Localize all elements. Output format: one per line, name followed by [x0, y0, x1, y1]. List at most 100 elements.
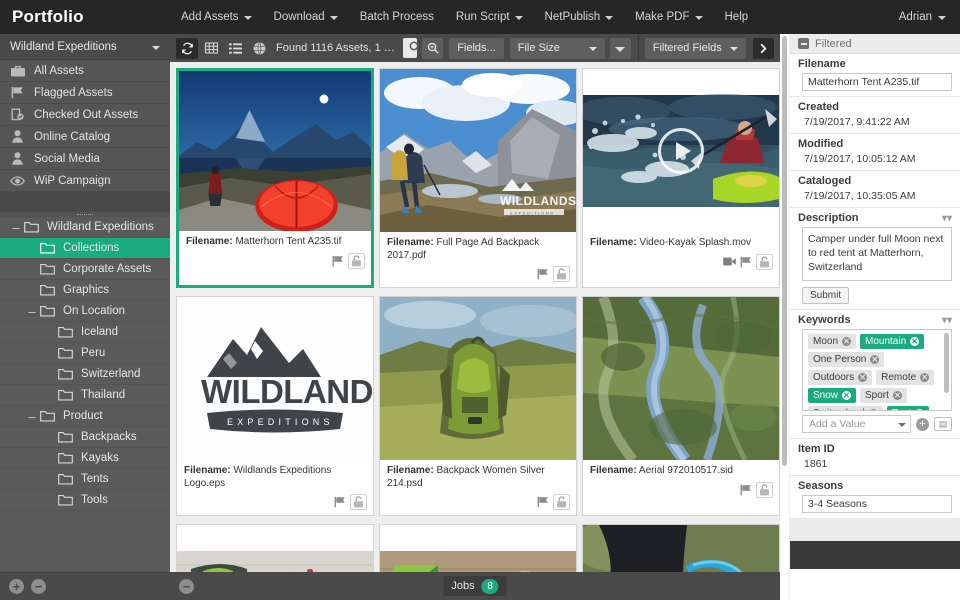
lock-icon[interactable]: [756, 254, 773, 270]
menu-item-run-script[interactable]: Run Script: [445, 5, 534, 29]
tree-item-switzerland[interactable]: Switzerland: [0, 364, 170, 385]
flag-icon[interactable]: [740, 256, 752, 268]
keyword-chip[interactable]: Sport✕: [860, 388, 907, 403]
tree-item-tents[interactable]: Tents: [0, 469, 170, 490]
filtered-fields-button[interactable]: Filtered Fields: [645, 38, 746, 59]
sort-direction-button[interactable]: [610, 38, 631, 59]
menu-item-batch-process[interactable]: Batch Process: [349, 5, 445, 29]
tree-item-kayaks[interactable]: Kayaks: [0, 448, 170, 469]
remove-keyword-icon[interactable]: ✕: [910, 337, 919, 346]
asset-card[interactable]: Filename: Video-Kayak Splash.mov: [582, 68, 780, 288]
tree-item-iceland[interactable]: Iceland: [0, 322, 170, 343]
remove-keyword-icon[interactable]: ✕: [869, 409, 878, 411]
field-input[interactable]: Matterhorn Tent A235.tif: [802, 73, 952, 91]
asset-card[interactable]: Filename: Aerial 972010517.sid: [582, 296, 780, 516]
description-textarea[interactable]: Camper under full Moon next to red tent …: [802, 227, 952, 281]
asset-thumbnail[interactable]: [583, 297, 779, 460]
menu-item-help[interactable]: Help: [714, 5, 760, 29]
keyword-chip[interactable]: Switzerland✕: [808, 406, 883, 411]
inspector-scrollbar[interactable]: [780, 34, 790, 600]
seasons-input[interactable]: 3-4 Seasons: [802, 495, 952, 513]
asset-thumbnail[interactable]: [583, 525, 779, 572]
tree-item-backpacks[interactable]: Backpacks: [0, 427, 170, 448]
lock-icon[interactable]: [553, 494, 570, 510]
keyword-chip[interactable]: Snow✕: [808, 388, 856, 403]
lock-icon[interactable]: [350, 494, 367, 510]
lock-icon[interactable]: [553, 266, 570, 282]
refresh-icon[interactable]: [176, 38, 198, 59]
keyword-chip[interactable]: One Person✕: [808, 352, 884, 367]
chevron-double-down-icon[interactable]: ▾▾: [942, 213, 952, 224]
add-folder-button[interactable]: +: [9, 579, 24, 594]
asset-thumbnail[interactable]: [583, 69, 779, 232]
catalog-selector[interactable]: Wildland Expeditions: [0, 34, 170, 60]
submit-button[interactable]: Submit: [802, 287, 849, 304]
tree-item-tools[interactable]: Tools: [0, 490, 170, 511]
remove-keyword-icon[interactable]: ✕: [915, 409, 924, 411]
keyword-chip[interactable]: Mountain✕: [860, 334, 924, 349]
remove-keyword-icon[interactable]: ✕: [920, 373, 929, 382]
jobs-indicator[interactable]: Jobs 8: [443, 576, 506, 596]
flag-icon[interactable]: [334, 496, 346, 508]
asset-card[interactable]: Filename:: [176, 524, 374, 572]
keyword-chip[interactable]: Outdoors✕: [808, 370, 872, 385]
asset-thumbnail[interactable]: [380, 525, 576, 572]
collapse-icon[interactable]: [798, 38, 809, 49]
flag-icon[interactable]: [537, 268, 549, 280]
sort-field-selector[interactable]: File Size: [510, 38, 605, 59]
keywords-list[interactable]: Moon✕ Mountain✕ One Person✕ Outdoors✕ Remote…: [802, 329, 952, 411]
tree-item-product[interactable]: –Product: [0, 406, 170, 427]
inspector-header[interactable]: Filtered: [790, 34, 960, 54]
lock-icon[interactable]: [756, 482, 773, 498]
keyword-picker-icon[interactable]: ▤: [934, 417, 952, 431]
globe-icon[interactable]: [248, 38, 270, 59]
collapse-expander-icon[interactable]: –: [8, 220, 24, 235]
keyword-chip[interactable]: Tent✕: [887, 406, 929, 411]
collapse-panel-button[interactable]: [753, 38, 774, 59]
remove-keyword-icon[interactable]: ✕: [858, 373, 867, 382]
collapse-button[interactable]: −: [179, 579, 194, 594]
tree-item-collections[interactable]: Collections: [0, 238, 170, 259]
inspector-scrollbar-thumb[interactable]: [782, 36, 787, 466]
sidebar-item-flagged-assets[interactable]: Flagged Assets: [0, 82, 170, 104]
remove-keyword-icon[interactable]: ✕: [893, 391, 902, 400]
fields-button[interactable]: Fields...: [449, 38, 504, 59]
flag-icon[interactable]: [740, 484, 752, 496]
grid-view-icon[interactable]: [200, 38, 222, 59]
asset-card[interactable]: Filename:: [379, 524, 577, 572]
tree-item-on-location[interactable]: –On Location: [0, 301, 170, 322]
tree-item-thailand[interactable]: Thailand: [0, 385, 170, 406]
lock-icon[interactable]: [348, 253, 365, 269]
tree-item-corporate-assets[interactable]: Corporate Assets: [0, 259, 170, 280]
keyword-add-input[interactable]: Add a Value: [802, 415, 911, 433]
menu-item-netpublish[interactable]: NetPublish: [534, 5, 625, 29]
keyword-chip[interactable]: Remote✕: [876, 370, 934, 385]
quickfind-container[interactable]: [403, 38, 417, 58]
tree-item-wildland-expeditions[interactable]: –Wildland Expeditions: [0, 217, 170, 238]
asset-thumbnail[interactable]: WILDLANDS EXPEDITIONS: [177, 297, 373, 460]
asset-card[interactable]: WILDLANDS EXPEDITIONS Filename: Full Pag…: [379, 68, 577, 288]
sidebar-item-online-catalog[interactable]: Online Catalog: [0, 126, 170, 148]
asset-thumbnail[interactable]: [380, 297, 576, 460]
sidebar-item-wip-campaign[interactable]: WiP Campaign: [0, 170, 170, 192]
remove-keyword-icon[interactable]: ✕: [842, 391, 851, 400]
asset-thumbnail[interactable]: WILDLANDS EXPEDITIONS: [380, 69, 576, 232]
sidebar-item-social-media[interactable]: Social Media: [0, 148, 170, 170]
keywords-scrollbar-thumb[interactable]: [944, 333, 949, 393]
chevron-down-icon[interactable]: [898, 423, 906, 427]
sidebar-item-checked-out-assets[interactable]: Checked Out Assets: [0, 104, 170, 126]
asset-card[interactable]: Filename: Matterhorn Tent A235.tif: [176, 68, 374, 288]
keyword-chip[interactable]: Moon✕: [808, 334, 856, 349]
menu-item-download[interactable]: Download: [263, 5, 349, 29]
advanced-search-icon[interactable]: [422, 38, 443, 59]
add-keyword-button[interactable]: +: [916, 418, 929, 431]
user-menu[interactable]: Adrian: [889, 5, 960, 29]
flag-icon[interactable]: [537, 496, 549, 508]
sidebar-item-all-assets[interactable]: All Assets: [0, 60, 170, 82]
collapse-expander-icon[interactable]: –: [24, 409, 40, 424]
remove-keyword-icon[interactable]: ✕: [842, 337, 851, 346]
menu-item-make-pdf[interactable]: Make PDF: [624, 5, 713, 29]
play-icon[interactable]: [658, 128, 704, 174]
asset-card[interactable]: WILDLANDS EXPEDITIONS Filename: Wildland…: [176, 296, 374, 516]
collapse-expander-icon[interactable]: –: [24, 304, 40, 319]
